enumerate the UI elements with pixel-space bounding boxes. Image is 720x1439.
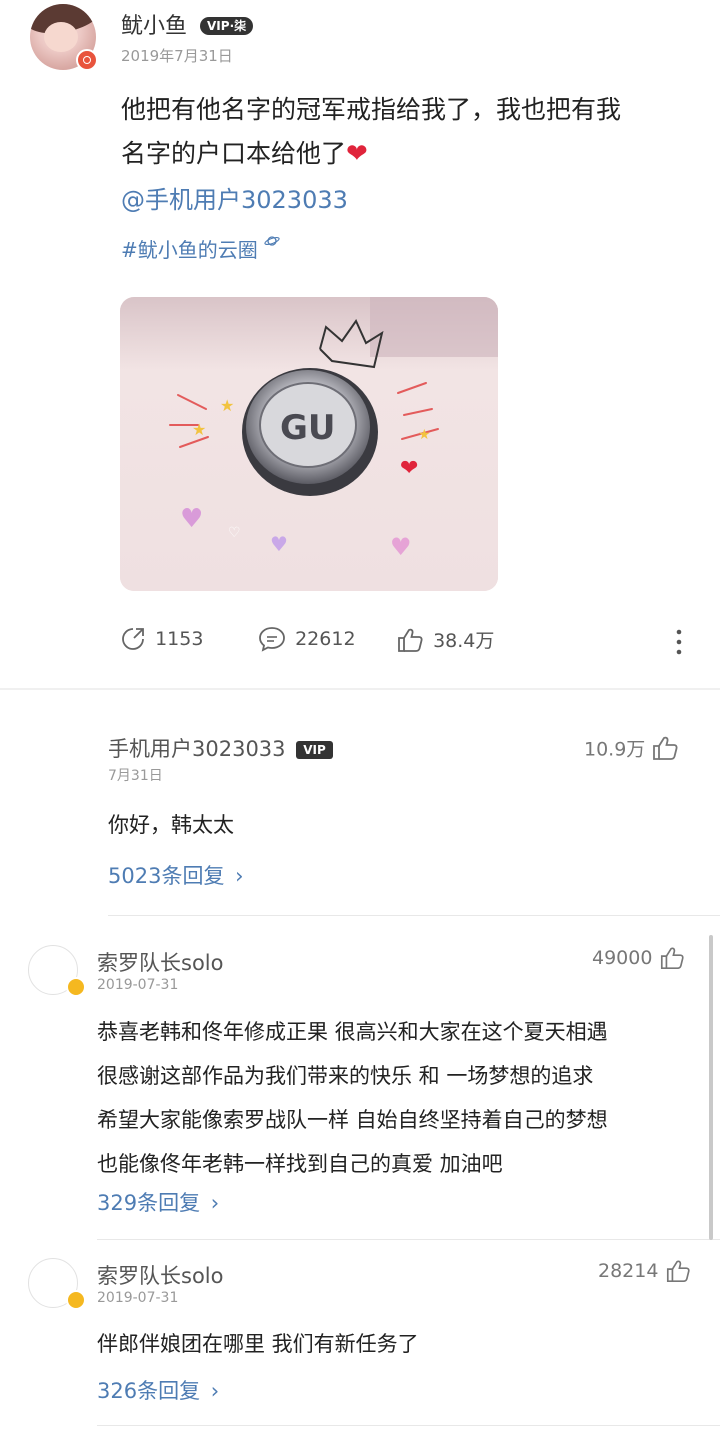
svg-text:★: ★: [220, 396, 234, 415]
repost-count: 1153: [155, 628, 204, 650]
comment-1-replies: 5023条回复: [108, 864, 225, 888]
post-text: 他把有他名字的冠军戒指给我了，我也把有我 名字的户口本给他了❤: [121, 88, 691, 176]
comment-icon: [259, 627, 285, 652]
topic-text: #鱿小鱼的云圈: [121, 238, 258, 262]
thumbs-up-icon: [660, 947, 684, 970]
comment-2-replies: 329条回复: [97, 1191, 201, 1215]
repost-button[interactable]: 1153: [120, 626, 203, 652]
comment-3-text: 伴郎伴娘团在哪里 我们有新任务了: [97, 1332, 419, 1356]
more-button[interactable]: [674, 628, 684, 658]
section-divider: [0, 688, 720, 690]
comment-1-vip-badge: VIP: [296, 741, 333, 759]
svg-text:♥: ♥: [180, 504, 203, 534]
thumbs-up-icon: [398, 628, 423, 652]
thumbs-up-icon: [666, 1260, 690, 1283]
comment-1-date: 7月31日: [108, 768, 163, 784]
post-text-line2-wrap: 名字的户口本给他了❤: [121, 132, 691, 176]
like-button[interactable]: 38.4万: [396, 626, 494, 653]
comment-3-date: 2019-07-31: [97, 1290, 179, 1306]
comment-divider: [97, 1239, 720, 1240]
chevron-right-icon: ›: [210, 1191, 220, 1215]
comment-3-replies: 326条回复: [97, 1379, 201, 1403]
comment-1-like-button[interactable]: 10.9万: [584, 734, 679, 762]
scrollbar[interactable]: [709, 935, 713, 1240]
chevron-right-icon: ›: [235, 864, 244, 888]
svg-text:★: ★: [418, 427, 431, 443]
author-name[interactable]: 鱿小鱼 VIP·柒: [121, 8, 254, 40]
comment-2-line4: 也能像佟年老韩一样找到自己的真爱 加油吧: [97, 1152, 503, 1176]
svg-text:♥: ♥: [270, 532, 288, 556]
gold-verified-icon: [66, 977, 86, 997]
comment-2-date: 2019-07-31: [97, 977, 179, 993]
comment-2-replies-link[interactable]: 329条回复 ›: [97, 1187, 219, 1217]
avatar-face: [44, 22, 78, 52]
comment-button[interactable]: 22612: [258, 626, 356, 652]
comment-1-text: 你好，韩太太: [108, 813, 234, 837]
comment-2-likes: 49000: [592, 947, 653, 969]
comment-1-author[interactable]: 手机用户3023033 VIP: [108, 733, 333, 763]
svg-text:GU: GU: [280, 408, 336, 448]
more-vertical-icon: [676, 629, 682, 655]
gold-verified-icon: [66, 1290, 86, 1310]
heart-emoji-icon: ❤: [346, 139, 368, 169]
comment-2-line2: 很感谢这部作品为我们带来的快乐 和 一场梦想的追求: [97, 1064, 594, 1088]
comment-1-author-name: 手机用户3023033: [108, 737, 286, 761]
ring-photo-illustration: GU ❤ ★ ★ ★ ♥ ♥ ♥ ♡: [120, 297, 498, 591]
comment-3-likes: 28214: [598, 1260, 659, 1282]
planet-icon: [264, 236, 280, 246]
comment-2-author-name[interactable]: 索罗队长solo: [97, 947, 223, 977]
comment-2-line3: 希望大家能像索罗战队一样 自始自终坚持着自己的梦想: [97, 1108, 608, 1132]
comment-divider: [108, 915, 720, 916]
svg-text:★: ★: [192, 420, 206, 439]
comment-3-author-name[interactable]: 索罗队长solo: [97, 1260, 223, 1290]
post-date: 2019年7月31日: [121, 47, 233, 65]
comment-2-line1: 恭喜老韩和佟年修成正果 很高兴和大家在这个夏天相遇: [97, 1020, 608, 1044]
svg-text:❤: ❤: [400, 456, 418, 481]
author-name-text: 鱿小鱼: [121, 14, 188, 39]
comment-3-like-button[interactable]: 28214: [598, 1258, 691, 1284]
comment-1-likes: 10.9万: [584, 738, 646, 761]
mention-link[interactable]: @手机用户3023033: [121, 180, 348, 215]
comment-divider: [97, 1425, 720, 1426]
chevron-right-icon: ›: [210, 1379, 220, 1403]
comment-count: 22612: [295, 628, 356, 650]
post-image[interactable]: GU ❤ ★ ★ ★ ♥ ♥ ♥ ♡: [120, 297, 498, 591]
svg-text:♥: ♥: [390, 533, 412, 561]
post-text-line2: 名字的户口本给他了: [121, 139, 347, 168]
repost-icon: [122, 628, 144, 650]
vip-badge: VIP·柒: [200, 17, 254, 35]
svg-text:♡: ♡: [228, 525, 241, 541]
thumbs-up-icon: [653, 736, 678, 760]
comment-2-like-button[interactable]: 49000: [592, 945, 685, 971]
comment-1-replies-link[interactable]: 5023条回复 ›: [108, 860, 244, 890]
topic-link[interactable]: #鱿小鱼的云圈: [121, 234, 280, 263]
comment-2-text: 恭喜老韩和佟年修成正果 很高兴和大家在这个夏天相遇 很感谢这部作品为我们带来的快…: [97, 1010, 702, 1186]
like-count: 38.4万: [433, 630, 495, 652]
post-text-line1: 他把有他名字的冠军戒指给我了，我也把有我: [121, 95, 622, 124]
verified-badge-icon: [76, 49, 98, 71]
comment-3-replies-link[interactable]: 326条回复 ›: [97, 1375, 219, 1405]
